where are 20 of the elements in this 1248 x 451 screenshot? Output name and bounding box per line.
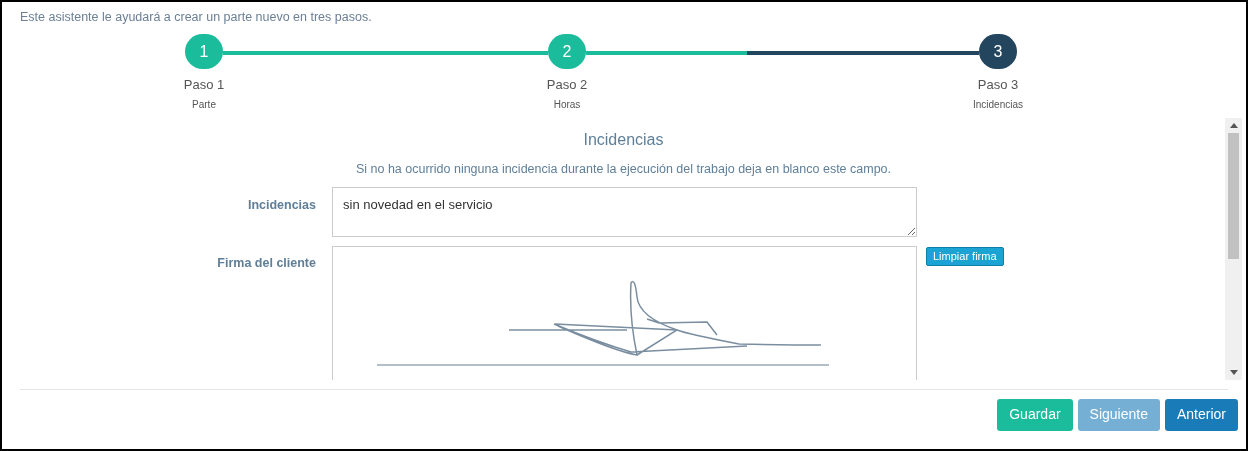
signature-pad[interactable] <box>332 245 917 380</box>
step-label: Paso 1 <box>183 76 225 95</box>
section-hint: Si no ha ocurrido ninguna incidencia durante la ejecución del trabajo deja en blanco este campo. <box>355 160 892 178</box>
field-label: Incidencias <box>246 196 316 214</box>
step-label: Paso 3 <box>977 76 1019 95</box>
step-sublabel: Parte <box>192 97 216 112</box>
incidents-field[interactable]: sin novedad en el servicio <box>332 186 917 237</box>
intro-text: Este asistente le ayudará a crear un parte nuevo en tres pasos. <box>20 9 373 26</box>
section-title: Incidencias <box>583 129 664 150</box>
step-sublabel: Horas <box>553 97 581 112</box>
scrollbar[interactable] <box>1225 117 1242 380</box>
field-label: Firma del cliente <box>216 254 316 272</box>
wizard-button[interactable]: Anterior <box>1164 398 1238 431</box>
clear-signature-button[interactable]: Limpiar firma <box>926 246 1004 266</box>
step-sublabel: Incidencias <box>973 97 1023 112</box>
wizard-button[interactable]: Guardar <box>997 398 1073 431</box>
scrollbar-thumb[interactable] <box>1228 132 1239 259</box>
scroll-up-icon[interactable] <box>1229 122 1238 128</box>
scroll-down-icon[interactable] <box>1229 369 1238 375</box>
step-label: Paso 2 <box>546 76 588 95</box>
